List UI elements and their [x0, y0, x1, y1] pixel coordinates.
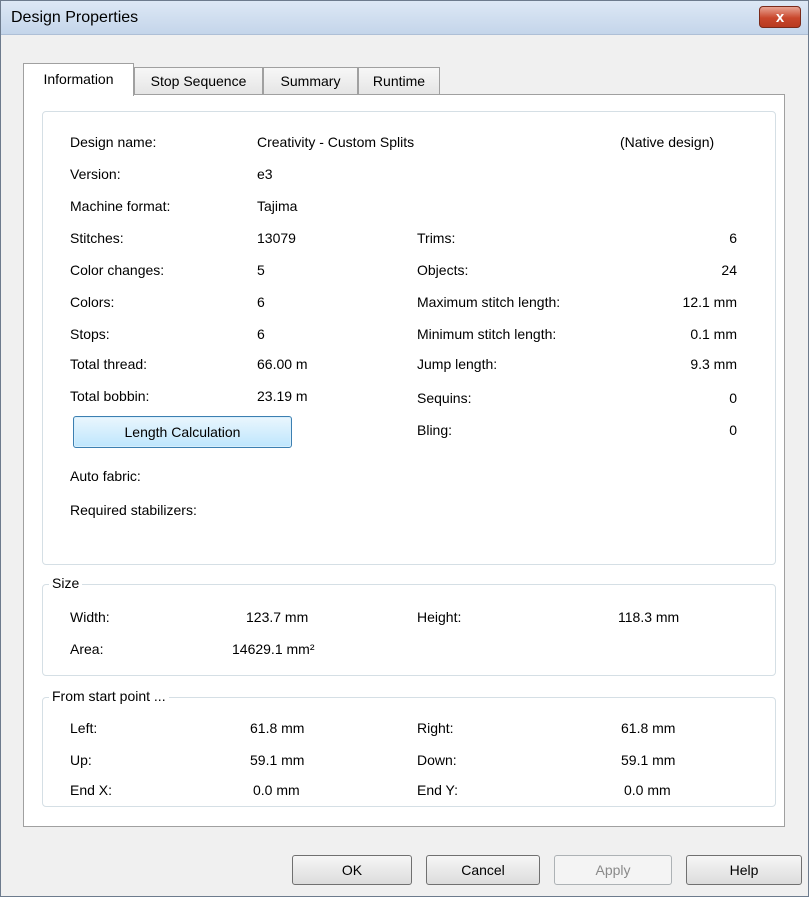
design-name-label: Design name:	[70, 134, 157, 150]
area-label: Area:	[70, 641, 104, 657]
stops-value: 6	[257, 326, 265, 342]
right-label: Right:	[417, 720, 454, 736]
color-changes-label: Color changes:	[70, 262, 165, 278]
close-icon: x	[775, 8, 785, 26]
area-value: 14629.1 mm²	[232, 641, 315, 657]
objects-value: 24	[721, 262, 737, 278]
cancel-button[interactable]: Cancel	[426, 855, 540, 885]
trims-label: Trims:	[417, 230, 456, 246]
bling-label: Bling:	[417, 422, 453, 438]
min-stitch-length-value: 0.1 mm	[690, 326, 737, 342]
tab-label: Summary	[280, 73, 341, 89]
design-properties-dialog: Design Properties x Information Stop Seq…	[0, 0, 809, 897]
version-label: Version:	[70, 166, 121, 182]
stitches-value: 13079	[257, 230, 296, 246]
size-group-label: Size	[49, 575, 83, 591]
tab-runtime[interactable]: Runtime	[358, 67, 440, 94]
jump-length-label: Jump length:	[417, 356, 498, 372]
right-value: 61.8 mm	[621, 720, 676, 736]
start-point-group-label: From start point ...	[49, 688, 169, 704]
native-design-note: (Native design)	[620, 134, 715, 150]
end-y-value: 0.0 mm	[624, 782, 671, 798]
design-name-value: Creativity - Custom Splits	[257, 134, 415, 150]
up-label: Up:	[70, 752, 92, 768]
up-value: 59.1 mm	[250, 752, 305, 768]
apply-button[interactable]: Apply	[554, 855, 672, 885]
colors-value: 6	[257, 294, 265, 310]
machine-format-value: Tajima	[257, 198, 298, 214]
width-label: Width:	[70, 609, 110, 625]
end-x-value: 0.0 mm	[253, 782, 300, 798]
size-group: Size Width: 123.7 mm Height: 118.3 mm Ar…	[42, 575, 776, 676]
colors-label: Colors:	[70, 294, 115, 310]
left-value: 61.8 mm	[250, 720, 305, 736]
objects-label: Objects:	[417, 262, 469, 278]
information-panel: Design name: Creativity - Custom Splits …	[23, 94, 785, 827]
length-calculation-button[interactable]: Length Calculation	[73, 416, 292, 448]
title-bar[interactable]: Design Properties x	[1, 1, 808, 35]
end-x-label: End X:	[70, 782, 113, 798]
tab-summary[interactable]: Summary	[263, 67, 358, 94]
height-label: Height:	[417, 609, 462, 625]
max-stitch-length-value: 12.1 mm	[682, 294, 737, 310]
information-group: Design name: Creativity - Custom Splits …	[42, 111, 776, 565]
trims-value: 6	[729, 230, 737, 246]
required-stabilizers-label: Required stabilizers:	[70, 502, 197, 518]
tab-label: Runtime	[372, 73, 426, 89]
start-point-group: From start point ... Left: 61.8 mm Right…	[42, 688, 776, 807]
jump-length-value: 9.3 mm	[690, 356, 737, 372]
bling-value: 0	[729, 422, 737, 438]
tab-information[interactable]: Information	[23, 63, 134, 96]
total-thread-label: Total thread:	[70, 356, 148, 372]
end-y-label: End Y:	[417, 782, 459, 798]
tab-stop-sequence[interactable]: Stop Sequence	[134, 67, 263, 94]
width-value: 123.7 mm	[246, 609, 309, 625]
tab-label: Information	[43, 71, 114, 87]
version-value: e3	[257, 166, 273, 182]
down-label: Down:	[417, 752, 457, 768]
ok-button[interactable]: OK	[292, 855, 412, 885]
close-button[interactable]: x	[759, 6, 801, 28]
left-label: Left:	[70, 720, 98, 736]
color-changes-value: 5	[257, 262, 265, 278]
tab-label: Stop Sequence	[150, 73, 247, 89]
min-stitch-length-label: Minimum stitch length:	[417, 326, 557, 342]
window-title: Design Properties	[11, 9, 139, 26]
total-thread-value: 66.00 m	[257, 356, 308, 372]
help-button[interactable]: Help	[686, 855, 802, 885]
down-value: 59.1 mm	[621, 752, 676, 768]
total-bobbin-label: Total bobbin:	[70, 388, 150, 404]
total-bobbin-value: 23.19 m	[257, 388, 308, 404]
sequins-label: Sequins:	[417, 390, 472, 406]
height-value: 118.3 mm	[618, 609, 680, 625]
stops-label: Stops:	[70, 326, 110, 342]
auto-fabric-label: Auto fabric:	[70, 468, 141, 484]
sequins-value: 0	[729, 390, 737, 406]
max-stitch-length-label: Maximum stitch length:	[417, 294, 561, 310]
machine-format-label: Machine format:	[70, 198, 171, 214]
stitches-label: Stitches:	[70, 230, 124, 246]
